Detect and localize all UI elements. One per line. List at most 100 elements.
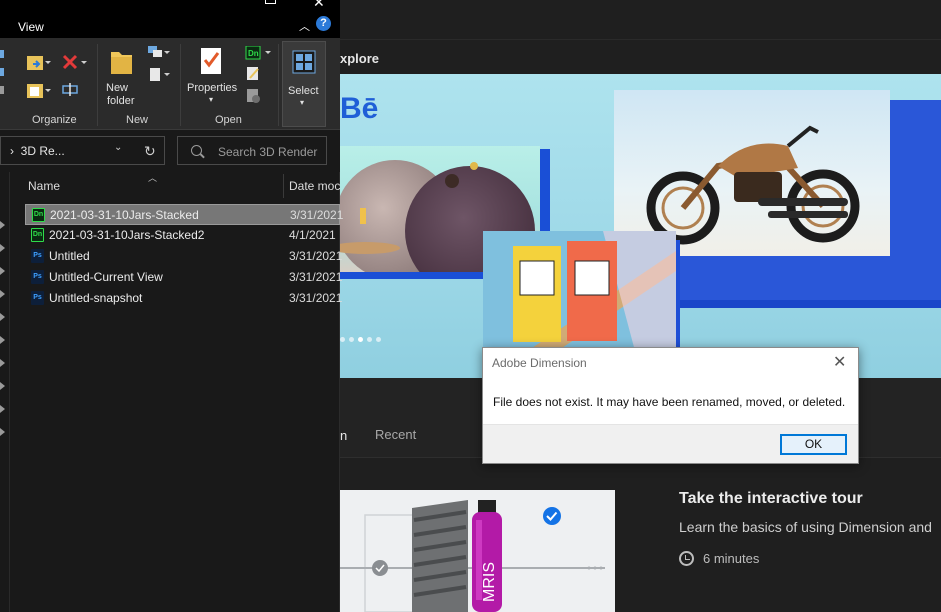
- file-name: Untitled-snapshot: [49, 291, 143, 305]
- svg-text:Dn: Dn: [248, 49, 259, 58]
- ribbon-divider: [97, 44, 98, 126]
- maximize-icon[interactable]: [265, 0, 276, 4]
- address-history-chevron-icon[interactable]: ⌄: [114, 142, 122, 153]
- file-name: Untitled: [49, 249, 90, 263]
- explorer-title-bar: ✕ View ︿ ?: [0, 0, 340, 38]
- file-row[interactable]: Ps Untitled-Current View 3/31/2021: [25, 267, 343, 288]
- select-dropdown-icon: ▾: [300, 98, 305, 107]
- address-path: › 3D Re...: [10, 144, 65, 158]
- address-bar[interactable]: › 3D Re... ⌄ ↻: [0, 136, 165, 165]
- expand-arrow-icon[interactable]: [0, 336, 5, 344]
- expand-arrow-icon[interactable]: [0, 428, 5, 436]
- file-explorer-window: ✕ View ︿ ? Organize New folder New Prope…: [0, 0, 344, 612]
- file-name: 2021-03-31-10Jars-Stacked2: [49, 228, 205, 242]
- carousel-dot[interactable]: [358, 337, 363, 342]
- group-label-open: Open: [215, 114, 242, 126]
- photoshop-file-icon: Ps: [31, 270, 44, 284]
- file-row[interactable]: Ps Untitled-snapshot 3/31/2021: [25, 288, 343, 309]
- ribbon-tab-view[interactable]: View: [18, 20, 44, 34]
- new-folder-label-2[interactable]: folder: [107, 95, 135, 108]
- column-resize-handle[interactable]: [283, 174, 284, 198]
- open-with-dimension-icon[interactable]: Dn: [245, 46, 273, 60]
- tour-duration-text: 6 minutes: [703, 551, 760, 566]
- properties-icon[interactable]: [199, 46, 225, 76]
- dialog-message: File does not exist. It may have been re…: [493, 395, 846, 409]
- file-date-modified: 4/1/2021: [289, 228, 336, 242]
- group-label-new: New: [126, 114, 149, 126]
- tour-duration: 6 minutes: [679, 551, 759, 566]
- file-name: 2021-03-31-10Jars-Stacked: [50, 208, 199, 222]
- search-input[interactable]: Search 3D Render: [177, 136, 327, 165]
- tab-home[interactable]: n: [340, 428, 347, 443]
- search-placeholder: Search 3D Render: [218, 145, 318, 159]
- carousel-dot[interactable]: [349, 337, 354, 342]
- tour-subtitle: Learn the basics of using Dimension and: [679, 519, 932, 535]
- dialog-title: Adobe Dimension: [492, 356, 587, 370]
- history-icon[interactable]: [246, 88, 262, 104]
- tour-title[interactable]: Take the interactive tour: [679, 490, 863, 508]
- file-row[interactable]: Dn 2021-03-31-10Jars-Stacked2 4/1/2021: [25, 225, 340, 246]
- expand-arrow-icon[interactable]: [0, 290, 5, 298]
- carousel-dot[interactable]: [376, 337, 381, 342]
- file-row[interactable]: Dn 2021-03-31-10Jars-Stacked 3/31/2021: [25, 204, 344, 225]
- copy-to-icon[interactable]: [25, 80, 51, 102]
- file-name: Untitled-Current View: [49, 270, 163, 284]
- rename-icon[interactable]: [62, 82, 80, 98]
- photoshop-file-icon: Ps: [31, 291, 44, 305]
- tour-thumbnail[interactable]: MRIS: [340, 490, 615, 612]
- product-label: MRIS: [481, 562, 498, 602]
- address-path-text: 3D Re...: [20, 144, 65, 158]
- help-icon[interactable]: ?: [316, 16, 331, 31]
- ok-button[interactable]: OK: [780, 434, 847, 455]
- expand-arrow-icon[interactable]: [0, 382, 5, 390]
- delete-icon[interactable]: [62, 54, 88, 72]
- column-date-modified[interactable]: Date moc: [289, 179, 340, 193]
- move-to-icon[interactable]: [25, 52, 51, 74]
- navigation-pane[interactable]: [0, 172, 10, 612]
- motorcycle-image: [646, 125, 860, 245]
- expand-arrow-icon[interactable]: [0, 267, 5, 275]
- ribbon-divider: [180, 44, 181, 126]
- explore-heading: xplore: [340, 51, 380, 66]
- file-list-header: ︿ Name Date moc: [11, 172, 340, 200]
- expand-arrow-icon[interactable]: [0, 221, 5, 229]
- expand-arrow-icon[interactable]: [0, 244, 5, 252]
- file-date-modified: 3/31/2021: [289, 249, 343, 263]
- new-item-icon[interactable]: [147, 44, 171, 62]
- edit-icon[interactable]: [246, 66, 262, 82]
- new-folder-label-1[interactable]: New: [106, 82, 128, 95]
- expand-arrow-icon[interactable]: [0, 405, 5, 413]
- ribbon: Organize New folder New Properties ▾ Dn …: [0, 38, 340, 130]
- carousel-dot[interactable]: [367, 337, 372, 342]
- file-date-modified: 3/31/2021: [289, 291, 343, 305]
- carousel-dots[interactable]: [340, 337, 381, 342]
- search-icon: [191, 145, 202, 156]
- carousel-dot[interactable]: [340, 337, 345, 342]
- file-date-modified: 3/31/2021: [289, 270, 343, 284]
- dialog-footer: OK: [483, 424, 858, 463]
- expand-arrow-icon[interactable]: [0, 313, 5, 321]
- refresh-icon[interactable]: ↻: [144, 143, 156, 160]
- collapse-ribbon-icon[interactable]: ︿: [299, 18, 310, 34]
- clipboard-icons[interactable]: [0, 48, 6, 98]
- tab-recent[interactable]: Recent: [375, 427, 416, 442]
- close-icon[interactable]: ✕: [313, 0, 325, 11]
- clock-icon: [679, 551, 694, 566]
- behance-logo: Bē: [340, 92, 379, 125]
- photoshop-file-icon: Ps: [31, 249, 44, 263]
- new-folder-icon[interactable]: [110, 46, 134, 76]
- hero-banner[interactable]: Bē: [340, 74, 941, 378]
- group-label-organize: Organize: [32, 114, 77, 126]
- file-row[interactable]: Ps Untitled 3/31/2021: [25, 246, 343, 267]
- expand-arrow-icon[interactable]: [0, 359, 5, 367]
- column-name[interactable]: Name: [28, 179, 60, 193]
- select-button[interactable]: Select ▾: [282, 41, 326, 127]
- dimension-file-icon: Dn: [31, 228, 44, 242]
- select-icon: [292, 50, 316, 74]
- error-dialog: Adobe Dimension ✕ File does not exist. I…: [482, 347, 859, 464]
- ribbon-divider: [278, 44, 279, 126]
- close-icon[interactable]: ✕: [833, 352, 846, 372]
- properties-dropdown-icon[interactable]: ▾: [209, 93, 213, 106]
- file-date-modified: 3/31/2021: [290, 208, 344, 222]
- easy-access-icon[interactable]: [147, 66, 171, 84]
